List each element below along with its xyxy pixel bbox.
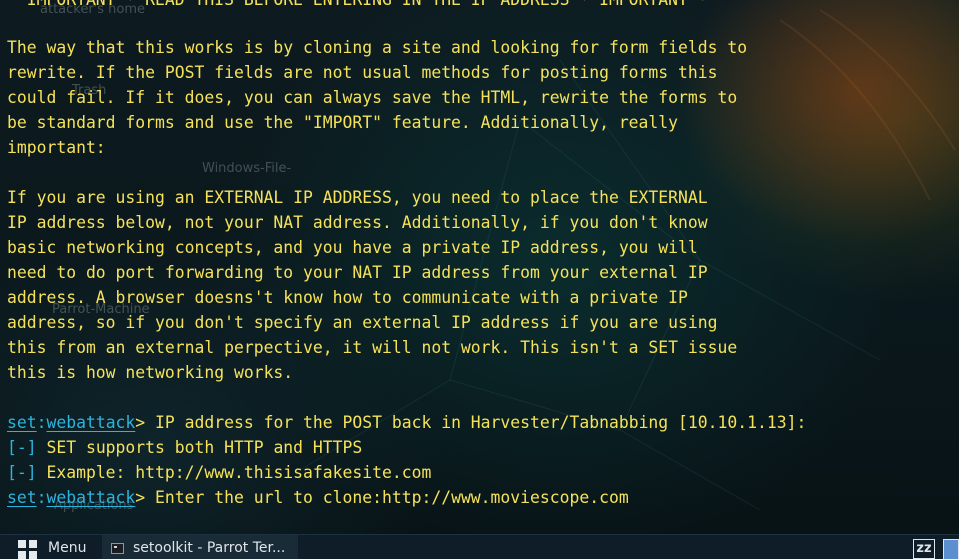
terminal-line: could fail. If it does, you can always s… (7, 88, 738, 107)
terminal-line: address. A browser doesns't know how to … (7, 288, 688, 307)
terminal-line: address, so if you don't specify an exte… (7, 313, 718, 332)
terminal-line: need to do port forwarding to your NAT I… (7, 263, 708, 282)
menu-label: Menu (48, 540, 87, 556)
terminal-info-line: [-] SET supports both HTTP and HTTPS (7, 438, 363, 457)
terminal-prompt-line: set:webattack> IP address for the POST b… (7, 413, 807, 432)
terminal-line: IMPORTANT * READ THIS BEFORE ENTERING IN… (7, 0, 708, 12)
prompt-module: webattack (46, 488, 136, 507)
terminal-window[interactable]: IMPORTANT * READ THIS BEFORE ENTERING IN… (0, 0, 959, 534)
terminal-line: The way that this works is by cloning a … (7, 38, 748, 57)
zz-tray-icon[interactable]: zz (913, 539, 935, 559)
terminal-line: be standard forms and use the "IMPORT" f… (7, 113, 679, 132)
terminal-line: If you are using an EXTERNAL IP ADDRESS,… (7, 188, 708, 207)
prompt-set: set (7, 413, 37, 432)
prompt-set: set (7, 488, 37, 507)
terminal-prompt-line[interactable]: set:webattack> Enter the url to clone:ht… (7, 485, 629, 510)
terminal-icon (111, 543, 124, 554)
terminal-info-line: [-] Example: http://www.thisisafakesite.… (7, 463, 432, 482)
terminal-line: this is how networking works. (7, 363, 294, 382)
terminal-line: rewrite. If the POST fields are not usua… (7, 63, 718, 82)
info-tag: [-] (7, 438, 37, 457)
desktop-screen: attacker's home Trash Windows-File- Parr… (0, 0, 959, 559)
terminal-line: important: (7, 138, 106, 157)
menu-button[interactable]: Menu (0, 535, 96, 559)
taskbar-item-label: setoolkit - Parrot Ter... (133, 540, 286, 556)
prompt-colon: : (36, 413, 47, 432)
prompt-module: webattack (46, 413, 136, 432)
menu-grid-icon (18, 540, 38, 559)
taskbar-item-terminal[interactable]: setoolkit - Parrot Ter... (102, 535, 298, 559)
workspace-icon[interactable] (943, 539, 959, 559)
taskbar: Menu setoolkit - Parrot Ter... zz (0, 534, 959, 559)
info-tag: [-] (7, 463, 37, 482)
terminal-line: this from an external perpective, it wil… (7, 338, 738, 357)
terminal-line: IP address below, not your NAT address. … (7, 213, 708, 232)
prompt-colon: : (36, 488, 47, 507)
terminal-line: basic networking concepts, and you have … (7, 238, 698, 257)
